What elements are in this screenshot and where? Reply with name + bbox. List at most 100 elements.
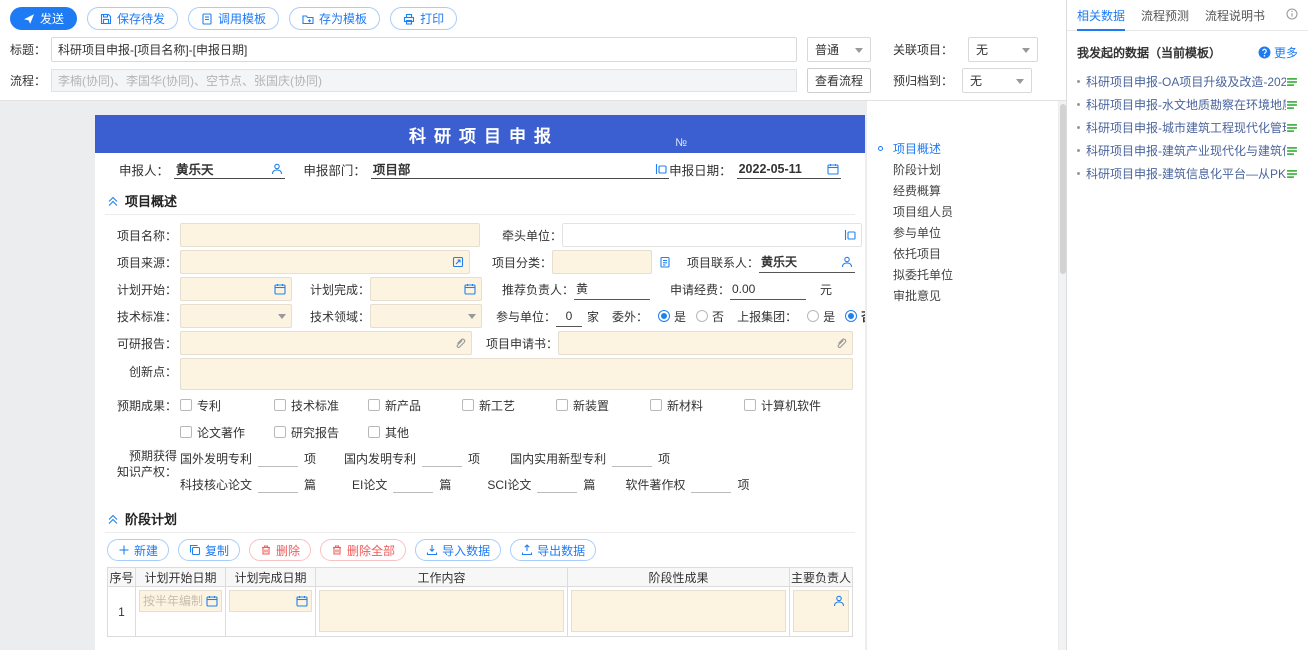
end-date-input[interactable]: [233, 594, 296, 608]
section-phase-header[interactable]: 阶段计划: [105, 505, 855, 533]
participant-field[interactable]: 0: [556, 306, 582, 327]
project-name-input[interactable]: [180, 223, 480, 247]
calendar-icon[interactable]: [206, 595, 218, 607]
panel-info-button[interactable]: [1286, 7, 1298, 23]
chevron-down-icon: [1016, 78, 1025, 88]
applicant-field[interactable]: 黄乐天: [174, 159, 286, 179]
participant-value: 0: [565, 308, 573, 323]
ip-sci-paper-input[interactable]: [537, 479, 578, 493]
outcome-checkbox-new-product[interactable]: 新产品: [368, 397, 462, 414]
outcome-checkbox-papers[interactable]: 论文著作: [180, 424, 274, 441]
list-item[interactable]: 科研项目申报-建筑信息化平台—从PKPM...: [1067, 162, 1308, 185]
ip-utility-patent-input[interactable]: [612, 453, 653, 467]
application-input[interactable]: [558, 331, 853, 355]
phase-result-input[interactable]: [571, 590, 786, 632]
work-content-input[interactable]: [319, 590, 564, 632]
print-button[interactable]: 打印: [390, 7, 458, 30]
nav-item-reliant-project[interactable]: 依托项目: [867, 244, 1058, 265]
innovation-textarea[interactable]: [180, 358, 853, 390]
save-pending-button[interactable]: 保存待发: [87, 7, 179, 30]
title-input[interactable]: [51, 37, 798, 62]
calendar-icon[interactable]: [296, 595, 308, 607]
outcome-checkbox-research-report[interactable]: 研究报告: [274, 424, 368, 441]
call-template-label: 调用模板: [218, 12, 267, 26]
outsource-yes-radio[interactable]: 是: [658, 308, 686, 325]
info-icon: [1286, 7, 1298, 20]
top-header: 发送 保存待发 调用模板 存为模板 打印 标题： 科研项目申报-[项目名称]-[…: [0, 0, 1066, 116]
outcome-checkbox-new-process[interactable]: 新工艺: [462, 397, 556, 414]
nav-item-budget[interactable]: 经费概算: [867, 181, 1058, 202]
project-contact-field[interactable]: 黄乐天: [759, 252, 855, 273]
scrollbar-thumb[interactable]: [1059, 104, 1066, 274]
phase-delete-all-button[interactable]: 删除全部: [320, 539, 407, 561]
priority-select[interactable]: 普通: [807, 37, 872, 62]
flow-input[interactable]: 李楠(协同)、李国华(协同)、空节点、张国庆(协同): [51, 69, 798, 92]
plan-end-input[interactable]: [370, 277, 482, 301]
clipboard-icon[interactable]: [659, 256, 671, 268]
project-category-input[interactable]: [552, 250, 652, 274]
tab-flow-forecast[interactable]: 流程预测: [1141, 0, 1189, 31]
phase-copy-button[interactable]: 复制: [178, 539, 241, 561]
outcome-checkbox-tech-standard[interactable]: 技术标准: [274, 397, 368, 414]
ip-domestic-patent-input[interactable]: [422, 453, 463, 467]
feasibility-input[interactable]: [180, 331, 472, 355]
recommend-field[interactable]: 黄: [574, 279, 650, 300]
nav-item-participants[interactable]: 参与单位: [867, 223, 1058, 244]
outcome-checkbox-new-device[interactable]: 新装置: [556, 397, 650, 414]
owner-input[interactable]: [793, 590, 849, 632]
phase-new-button[interactable]: 新建: [107, 539, 170, 561]
list-item[interactable]: 科研项目申报-水文地质勘察在环境地质勘...: [1067, 93, 1308, 116]
tab-flow-manual[interactable]: 流程说明书: [1205, 0, 1265, 31]
ip-lines: 国外发明专利项 国内发明专利项 国内实用新型专利项 科技核心论文篇 EI论文篇 …: [177, 447, 853, 499]
outcome-checkbox-software[interactable]: 计算机软件: [744, 397, 821, 414]
tech-standard-select[interactable]: [180, 304, 292, 328]
ip-ei-paper-input[interactable]: [393, 479, 434, 493]
list-item[interactable]: 科研项目申报-建筑产业现代化与建筑信息...: [1067, 139, 1308, 162]
date-field[interactable]: 2022-05-11: [736, 159, 841, 179]
save-as-template-button[interactable]: 存为模板: [289, 7, 381, 30]
dept-field[interactable]: 项目部: [370, 159, 670, 179]
related-project-select[interactable]: 无: [968, 37, 1039, 62]
send-button[interactable]: 发送: [10, 7, 78, 30]
checkbox-icon: [180, 399, 192, 411]
end-date-input-box[interactable]: [229, 590, 312, 612]
phase-export-button[interactable]: 导出数据: [510, 539, 597, 561]
budget-field[interactable]: 0.00: [730, 279, 806, 300]
outcome-checkbox-patent[interactable]: 专利: [180, 397, 274, 414]
person-icon[interactable]: [833, 595, 845, 607]
report-group-no-radio[interactable]: 否: [845, 308, 865, 325]
ip-core-paper-input[interactable]: [258, 479, 299, 493]
start-date-input-box[interactable]: [139, 590, 222, 612]
outcome-checkbox-new-material[interactable]: 新材料: [650, 397, 744, 414]
green-list-icon: [1287, 123, 1297, 132]
outsource-no-radio[interactable]: 否: [696, 308, 724, 325]
start-date-input[interactable]: [143, 594, 206, 608]
list-item[interactable]: 科研项目申报-城市建筑工程现代化管理系...: [1067, 116, 1308, 139]
prearchive-select[interactable]: 无: [962, 68, 1033, 93]
participant-unit: 家: [587, 309, 600, 324]
tech-field-select[interactable]: [370, 304, 482, 328]
ip-software-copyright-input[interactable]: [691, 479, 732, 493]
calendar-icon: [464, 284, 476, 295]
call-template-button[interactable]: 调用模板: [188, 7, 280, 30]
nav-item-entrusted-unit[interactable]: 拟委托单位: [867, 265, 1058, 286]
nav-item-team[interactable]: 项目组人员: [867, 202, 1058, 223]
view-flow-button[interactable]: 查看流程: [807, 68, 872, 93]
outcome-checkbox-other[interactable]: 其他: [368, 424, 462, 441]
phase-import-button[interactable]: 导入数据: [415, 539, 502, 561]
participant-label: 参与单位：: [495, 309, 556, 324]
nav-item-phase-plan[interactable]: 阶段计划: [867, 160, 1058, 181]
ip-foreign-patent-input[interactable]: [258, 453, 299, 467]
nav-item-approval-opinion[interactable]: 审批意见: [867, 286, 1058, 307]
nav-item-overview[interactable]: 项目概述: [867, 139, 1058, 160]
ip-ei-paper: EI论文篇: [352, 478, 452, 493]
more-link[interactable]: 更多: [1258, 44, 1298, 61]
plan-start-input[interactable]: [180, 277, 292, 301]
list-item[interactable]: 科研项目申报-OA项目升级及改造-2022-0...: [1067, 70, 1308, 93]
project-source-input[interactable]: [180, 250, 470, 274]
section-overview-header[interactable]: 项目概述: [105, 187, 855, 215]
report-group-yes-radio[interactable]: 是: [807, 308, 835, 325]
phase-delete-button[interactable]: 删除: [249, 539, 312, 561]
lead-unit-input[interactable]: [562, 223, 862, 247]
tab-related-data[interactable]: 相关数据: [1077, 0, 1126, 31]
